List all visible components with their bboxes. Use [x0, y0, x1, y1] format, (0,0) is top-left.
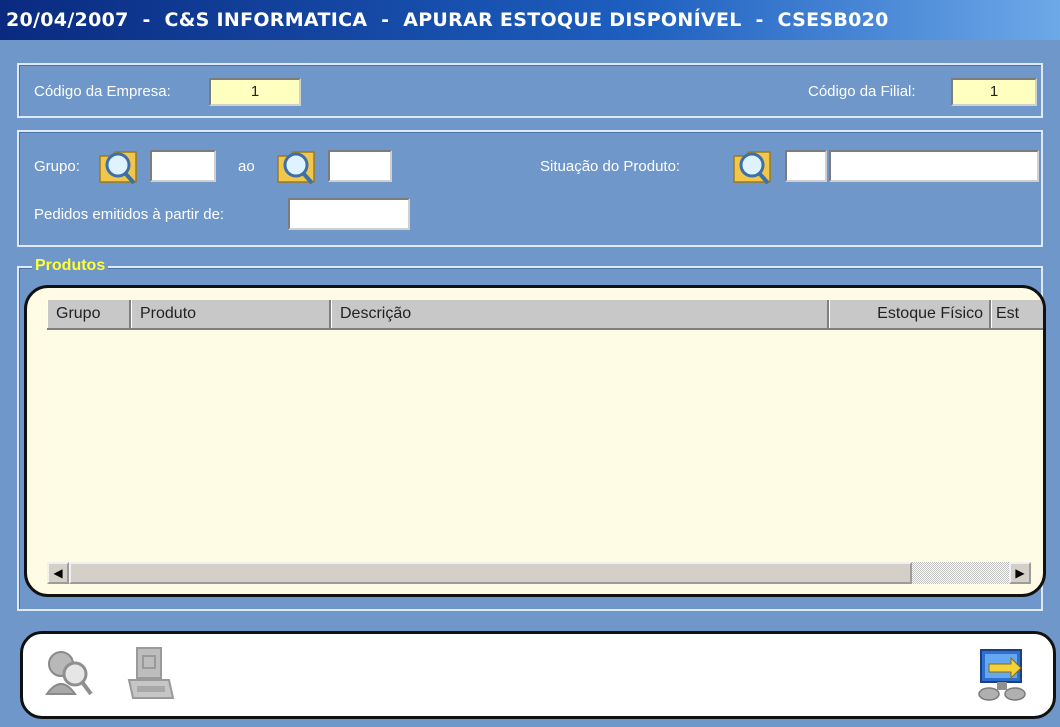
produtos-legend: Produtos	[32, 257, 109, 275]
folder-search-icon	[733, 151, 771, 185]
ao-label: ao	[238, 158, 255, 175]
grupo-label: Grupo:	[34, 158, 80, 175]
scroll-track[interactable]	[912, 562, 1009, 584]
filial-code-field[interactable]: 1	[951, 78, 1037, 106]
scroll-thumb[interactable]	[69, 562, 912, 584]
situacao-desc-input[interactable]	[829, 150, 1039, 182]
print-icon	[127, 647, 175, 699]
action-toolbar	[20, 631, 1056, 719]
pedidos-date-input[interactable]	[288, 198, 410, 230]
situacao-label: Situação do Produto:	[540, 158, 681, 175]
filter-panel	[17, 130, 1043, 247]
situacao-code-input[interactable]	[785, 150, 827, 182]
column-header-produto[interactable]: Produto	[131, 300, 331, 328]
grupo-from-input[interactable]	[150, 150, 216, 182]
search-button[interactable]	[41, 644, 97, 704]
search-person-icon	[45, 651, 93, 696]
grupo-to-lookup-button[interactable]	[274, 146, 318, 186]
pedidos-label: Pedidos emitidos à partir de:	[34, 206, 225, 223]
column-header-estoque-fisico[interactable]: Estoque Físico	[829, 300, 991, 328]
situacao-lookup-button[interactable]	[730, 146, 774, 186]
scroll-left-button[interactable]: ◀	[47, 562, 69, 584]
empresa-label: Código da Empresa:	[34, 83, 171, 100]
exit-icon	[978, 649, 1026, 701]
print-button[interactable]	[123, 644, 179, 704]
grid-header: Grupo Produto Descrição Estoque Físico E…	[47, 300, 1043, 330]
arrow-right-icon: ▶	[1015, 566, 1025, 580]
horizontal-scrollbar[interactable]: ◀ ▶	[47, 562, 1031, 584]
arrow-left-icon: ◀	[53, 566, 63, 580]
exit-button[interactable]	[975, 644, 1031, 704]
empresa-code-field[interactable]: 1	[209, 78, 301, 106]
column-header-est[interactable]: Est	[991, 300, 1043, 328]
grupo-from-lookup-button[interactable]	[96, 146, 140, 186]
column-header-descricao[interactable]: Descrição	[331, 300, 829, 328]
produtos-grid[interactable]: Grupo Produto Descrição Estoque Físico E…	[24, 285, 1046, 597]
grupo-to-input[interactable]	[328, 150, 392, 182]
scroll-right-button[interactable]: ▶	[1009, 562, 1031, 584]
folder-search-icon	[277, 151, 315, 185]
folder-search-icon	[99, 151, 137, 185]
column-header-grupo[interactable]: Grupo	[47, 300, 131, 328]
filial-label: Código da Filial:	[808, 83, 916, 100]
window-title: 20/04/2007 - C&S INFORMATICA - APURAR ES…	[0, 0, 1060, 40]
